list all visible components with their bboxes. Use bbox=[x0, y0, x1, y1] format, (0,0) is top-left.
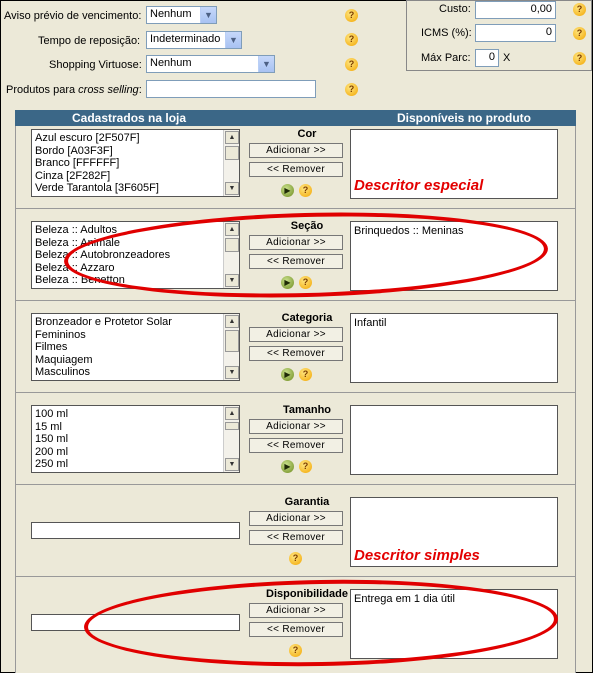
list-items: 100 ml 15 ml 150 ml 200 ml 250 ml bbox=[35, 408, 221, 471]
scroll-thumb[interactable] bbox=[225, 146, 239, 160]
col-header-store: Cadastrados na loja bbox=[72, 111, 187, 125]
scroll-down-icon[interactable]: ▼ bbox=[225, 366, 239, 379]
list-item[interactable]: 150 ml bbox=[35, 433, 221, 446]
remove-button[interactable]: << Remover bbox=[249, 438, 343, 453]
list-item[interactable]: Maquiagem bbox=[35, 354, 221, 367]
scroll-down-icon[interactable]: ▼ bbox=[225, 458, 239, 471]
aviso-select[interactable]: Nenhum ▼ bbox=[146, 6, 217, 24]
help-icon[interactable]: ? bbox=[573, 3, 586, 16]
maxparc-label: Máx Parc: bbox=[421, 52, 471, 64]
scroll-thumb[interactable] bbox=[225, 330, 239, 352]
list-item[interactable]: Femininos bbox=[35, 329, 221, 342]
remove-button[interactable]: << Remover bbox=[249, 162, 343, 177]
cross-label-em: cross selling bbox=[78, 84, 139, 96]
aviso-value: Nenhum bbox=[150, 8, 192, 20]
custo-label: Custo: bbox=[439, 3, 471, 15]
list-item[interactable]: 200 ml bbox=[35, 446, 221, 459]
tamanho-product-list[interactable] bbox=[350, 405, 558, 475]
go-icon[interactable]: ▶ bbox=[281, 368, 294, 381]
custo-input[interactable]: 0,00 bbox=[475, 1, 556, 19]
help-icon[interactable]: ? bbox=[345, 33, 358, 46]
cross-label-suffix: : bbox=[138, 84, 142, 96]
tempo-value: Indeterminado bbox=[150, 33, 221, 45]
list-item[interactable]: Cinza [2F282F] bbox=[35, 170, 221, 183]
garantia-input[interactable] bbox=[31, 522, 240, 539]
tempo-label: Tempo de reposição: bbox=[38, 35, 141, 47]
note-special: Descritor especial bbox=[354, 177, 484, 194]
list-item[interactable]: Masculinos bbox=[35, 366, 221, 379]
list-item[interactable]: 250 ml bbox=[35, 458, 221, 471]
icms-input[interactable]: 0 bbox=[475, 24, 556, 42]
help-icon[interactable]: ? bbox=[573, 27, 586, 40]
aviso-label: Aviso prévio de vencimento: bbox=[4, 10, 142, 22]
list-item[interactable]: Bordo [A03F3F] bbox=[35, 145, 221, 158]
help-icon[interactable]: ? bbox=[299, 368, 312, 381]
section-divider bbox=[15, 576, 576, 577]
list-item[interactable]: Azul escuro [2F507F] bbox=[35, 132, 221, 145]
shopping-label: Shopping Virtuose: bbox=[49, 59, 142, 71]
scroll-down-icon[interactable]: ▼ bbox=[225, 182, 239, 195]
go-icon[interactable]: ▶ bbox=[281, 460, 294, 473]
chevron-down-icon[interactable]: ▼ bbox=[200, 7, 216, 23]
help-icon[interactable]: ? bbox=[345, 9, 358, 22]
categoria-store-list[interactable]: Bronzeador e Protetor Solar Femininos Fi… bbox=[31, 313, 240, 381]
section-divider bbox=[15, 208, 576, 209]
list-item[interactable]: Bronzeador e Protetor Solar bbox=[35, 316, 221, 329]
maxparc-input[interactable]: 0 bbox=[475, 49, 499, 67]
maxparc-suffix: X bbox=[503, 52, 511, 64]
list-item[interactable]: Verde Tarantola [3F605F] bbox=[35, 182, 221, 195]
go-icon[interactable]: ▶ bbox=[281, 184, 294, 197]
help-icon[interactable]: ? bbox=[345, 58, 358, 71]
icms-label: ICMS (%): bbox=[421, 27, 472, 39]
section-divider bbox=[15, 484, 576, 485]
cross-label-prefix: Produtos para bbox=[6, 84, 79, 96]
cor-store-list[interactable]: Azul escuro [2F507F] Bordo [A03F3F] Bran… bbox=[31, 129, 240, 197]
shopping-value: Nenhum bbox=[150, 57, 192, 69]
categoria-product-list[interactable]: Infantil bbox=[350, 313, 558, 383]
scroll-thumb[interactable] bbox=[225, 422, 239, 430]
add-button[interactable]: Adicionar >> bbox=[249, 327, 343, 342]
list-item[interactable]: 100 ml bbox=[35, 408, 221, 421]
list-items: Azul escuro [2F507F] Bordo [A03F3F] Bran… bbox=[35, 132, 221, 195]
add-button[interactable]: Adicionar >> bbox=[249, 143, 343, 158]
list-item[interactable]: Filmes bbox=[35, 341, 221, 354]
list-items: Bronzeador e Protetor Solar Femininos Fi… bbox=[35, 316, 221, 379]
add-button[interactable]: Adicionar >> bbox=[249, 511, 343, 526]
help-icon[interactable]: ? bbox=[299, 184, 312, 197]
list-item[interactable]: 15 ml bbox=[35, 421, 221, 434]
list-item[interactable]: Infantil bbox=[354, 317, 554, 329]
list-item[interactable]: Branco [FFFFFF] bbox=[35, 157, 221, 170]
col-header-product: Disponíveis no produto bbox=[397, 111, 531, 125]
remove-button[interactable]: << Remover bbox=[249, 530, 343, 545]
help-icon[interactable]: ? bbox=[345, 83, 358, 96]
note-simple: Descritor simples bbox=[354, 547, 480, 564]
cross-selling-input[interactable] bbox=[146, 80, 316, 98]
section-divider bbox=[15, 392, 576, 393]
table-header: Cadastrados na loja Disponíveis no produ… bbox=[15, 110, 576, 126]
shopping-select[interactable]: Nenhum ▼ bbox=[146, 55, 275, 73]
cross-selling-label: Produtos para cross selling: bbox=[6, 84, 142, 96]
section-divider bbox=[15, 300, 576, 301]
add-button[interactable]: Adicionar >> bbox=[249, 419, 343, 434]
help-icon[interactable]: ? bbox=[289, 552, 302, 565]
chevron-down-icon[interactable]: ▼ bbox=[225, 32, 241, 48]
help-icon[interactable]: ? bbox=[573, 52, 586, 65]
remove-button[interactable]: << Remover bbox=[249, 346, 343, 361]
chevron-down-icon[interactable]: ▼ bbox=[258, 56, 274, 72]
help-icon[interactable]: ? bbox=[299, 460, 312, 473]
tempo-select[interactable]: Indeterminado ▼ bbox=[146, 31, 242, 49]
tamanho-store-list[interactable]: 100 ml 15 ml 150 ml 200 ml 250 ml ▲ ▼ bbox=[31, 405, 240, 473]
